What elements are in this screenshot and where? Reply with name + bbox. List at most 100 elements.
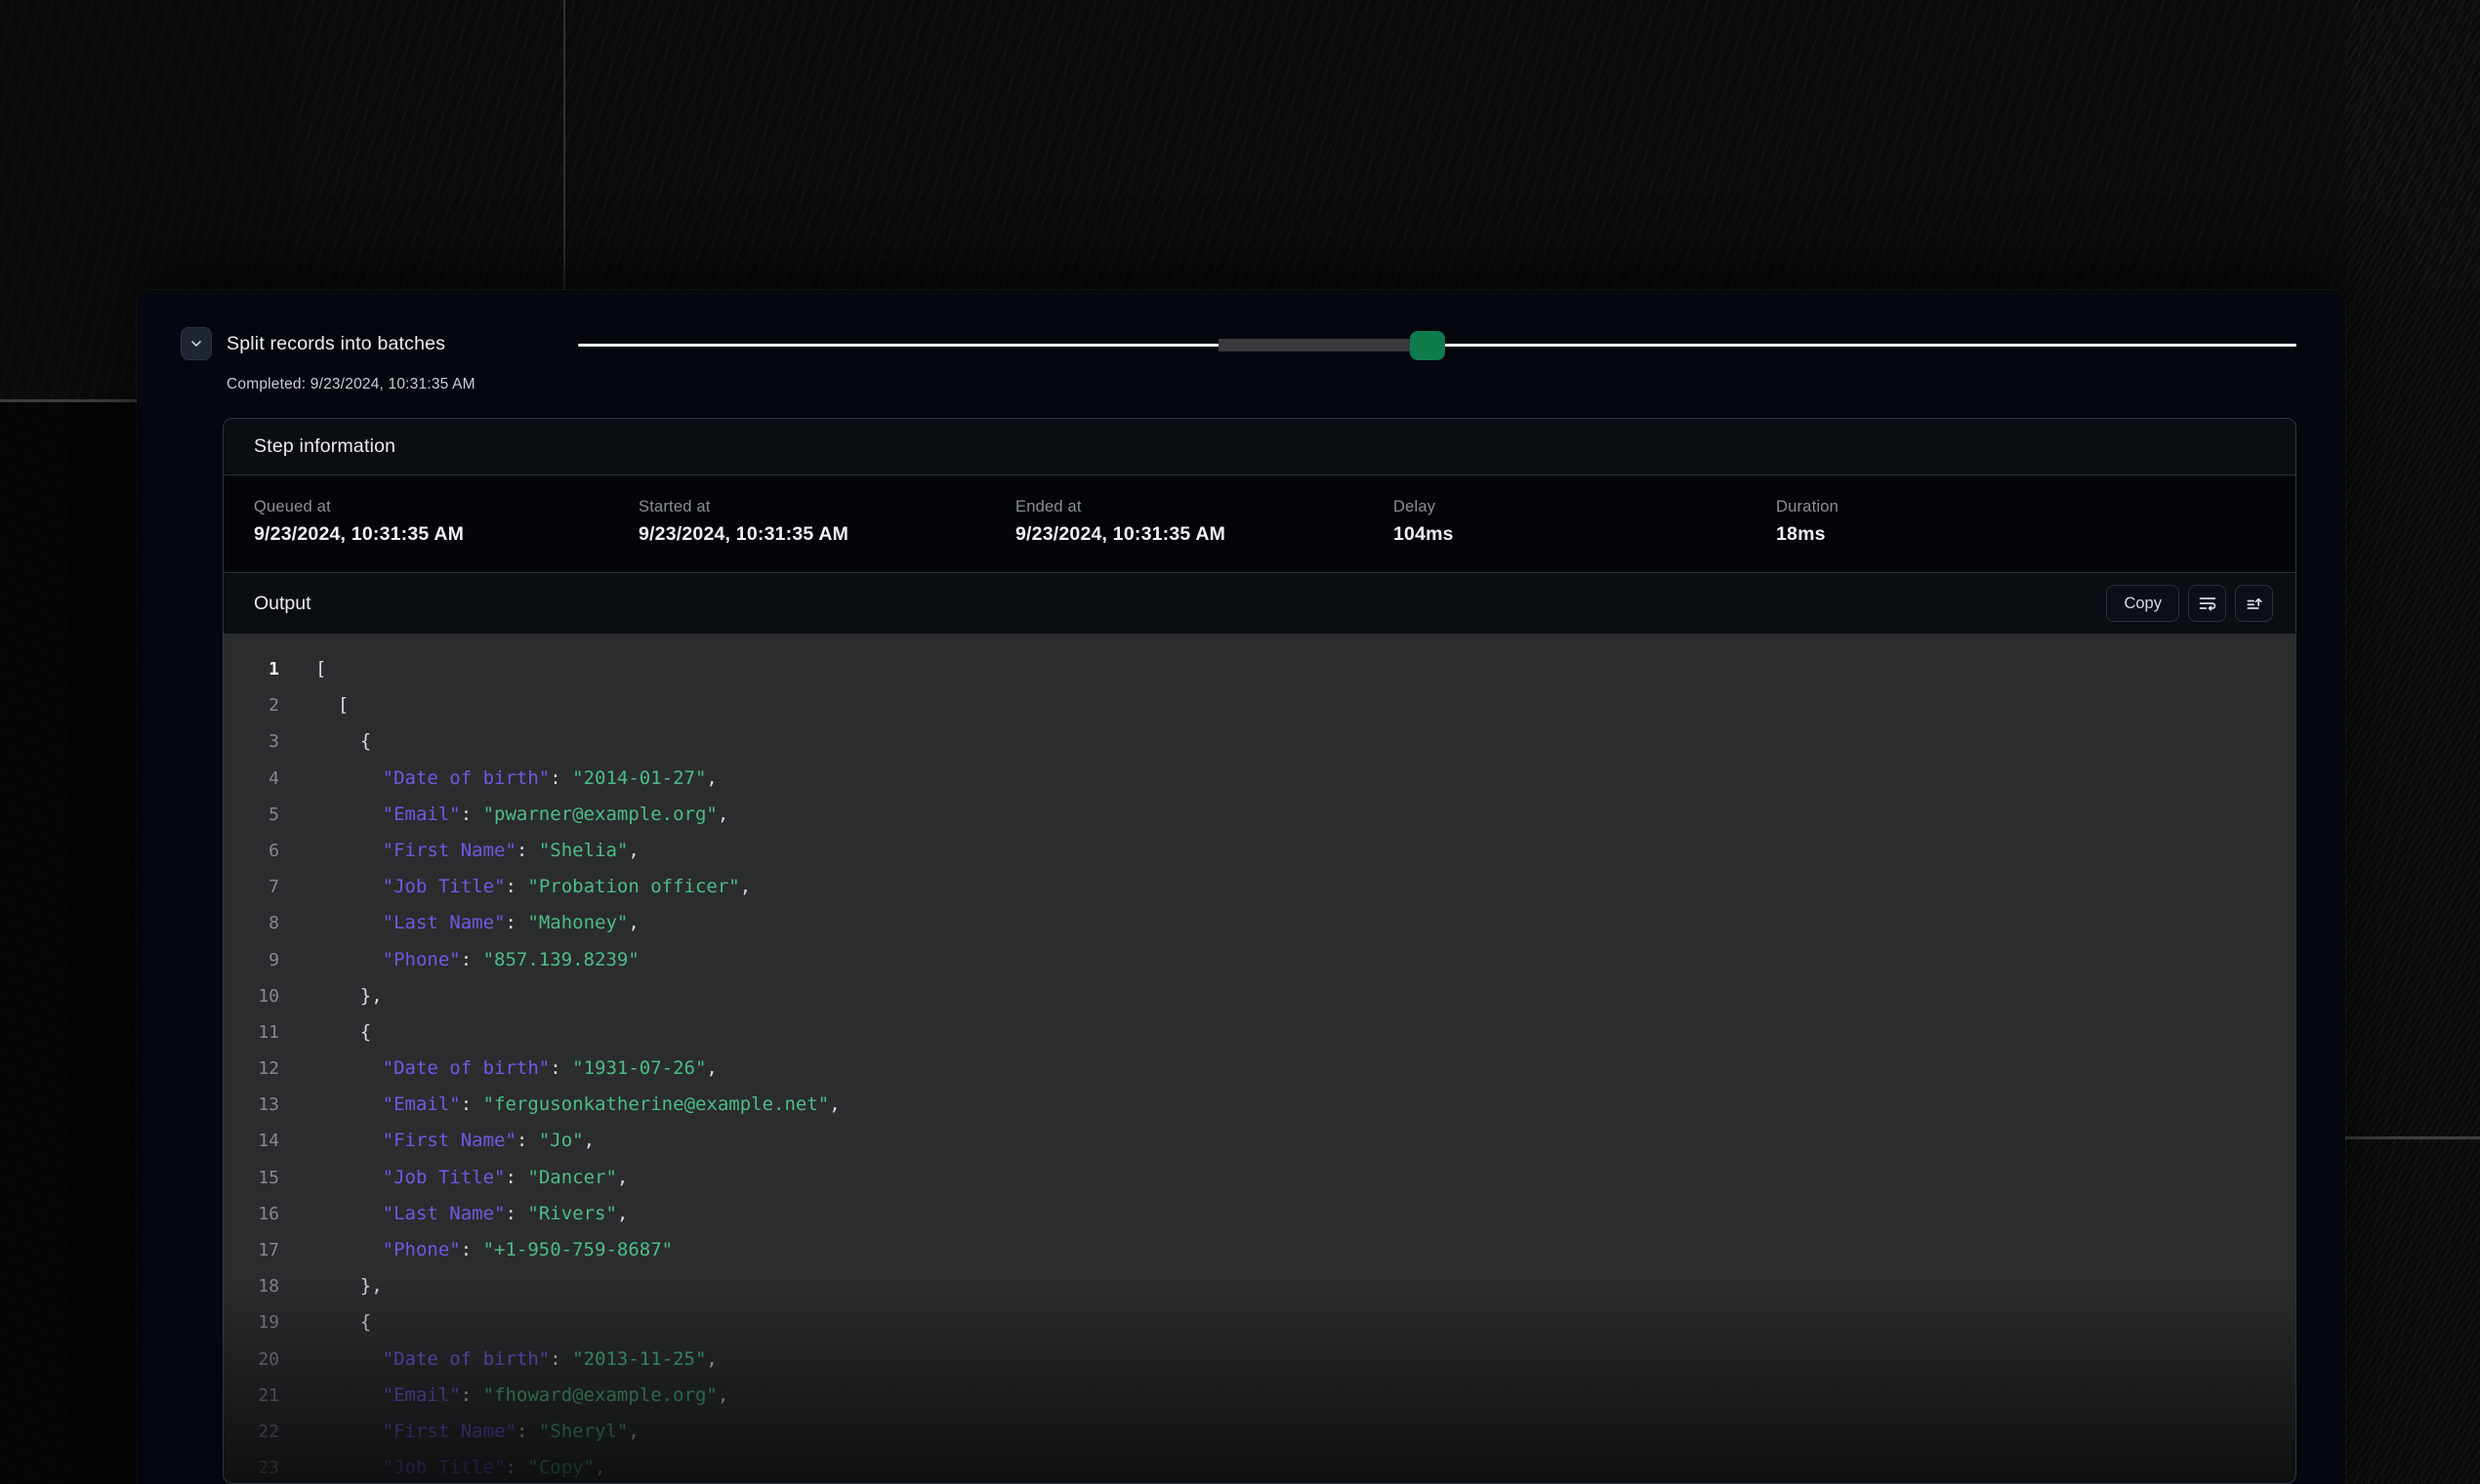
field-label: Queued at — [254, 498, 639, 516]
line-number: 8 — [224, 905, 279, 941]
line-number: 14 — [224, 1123, 279, 1159]
code-line: 6 "First Name": "Shelia", — [224, 833, 2295, 869]
line-content: [ — [279, 651, 326, 687]
line-number: 6 — [224, 833, 279, 869]
line-content: "First Name": "Shelia", — [279, 833, 640, 869]
background-shade-left — [0, 402, 137, 1484]
info-field: Ended at9/23/2024, 10:31:35 AM — [1015, 498, 1393, 572]
line-content: "Last Name": "Rivers", — [279, 1196, 628, 1232]
code-line: 12 "Date of birth": "1931-07-26", — [224, 1051, 2295, 1087]
line-number: 7 — [224, 869, 279, 905]
code-line: 5 "Email": "pwarner@example.org", — [224, 797, 2295, 833]
line-number: 10 — [224, 978, 279, 1014]
line-number: 18 — [224, 1268, 279, 1304]
line-content: "Date of birth": "2013-11-25", — [279, 1341, 718, 1378]
line-content: "Phone": "+1-950-759-8687" — [279, 1232, 673, 1268]
line-content: [ — [279, 687, 349, 723]
field-label: Started at — [639, 498, 1015, 516]
code-line: 4 "Date of birth": "2014-01-27", — [224, 761, 2295, 797]
copy-output-button[interactable]: Copy — [2106, 585, 2179, 622]
line-content: { — [279, 1304, 371, 1340]
field-label: Delay — [1393, 498, 1776, 516]
wrap-text-button[interactable] — [2188, 585, 2226, 622]
line-number: 4 — [224, 761, 279, 797]
line-content: "Email": "fhoward@example.org", — [279, 1378, 728, 1414]
line-number: 11 — [224, 1014, 279, 1051]
code-line: 14 "First Name": "Jo", — [224, 1123, 2295, 1159]
code-line: 8 "Last Name": "Mahoney", — [224, 905, 2295, 941]
step-completed-timestamp: Completed: 9/23/2024, 10:31:35 AM — [227, 376, 475, 393]
code-line: 2 [ — [224, 687, 2295, 723]
code-line: 3 { — [224, 723, 2295, 760]
line-content: "Job Title": "Probation officer", — [279, 869, 751, 905]
output-title: Output — [254, 593, 311, 615]
timeline-delay-segment — [1219, 339, 1410, 351]
info-field: Queued at 9/23/2024, 10:31:35 AM — [254, 498, 639, 572]
code-line: 23 "Job Title": "Copy", — [224, 1450, 2295, 1483]
background-seam-line — [563, 0, 565, 290]
chevron-down-icon — [188, 336, 204, 351]
field-value: 9/23/2024, 10:31:35 AM — [1015, 523, 1393, 546]
line-number: 5 — [224, 797, 279, 833]
code-line: 1[ — [224, 651, 2295, 687]
field-value: 104ms — [1393, 523, 1776, 546]
code-line: 7 "Job Title": "Probation officer", — [224, 869, 2295, 905]
output-code-viewer[interactable]: 1[2 [3 {4 "Date of birth": "2014-01-27",… — [224, 634, 2295, 1483]
info-field: Delay 104ms — [1393, 498, 1776, 572]
line-content: }, — [279, 1268, 383, 1304]
line-content: "Email": "pwarner@example.org", — [279, 797, 728, 833]
line-number: 3 — [224, 723, 279, 760]
code-line: 11 { — [224, 1014, 2295, 1051]
code-line: 18 }, — [224, 1268, 2295, 1304]
step-timeline[interactable] — [578, 319, 2296, 370]
scroll-to-top-icon — [2245, 594, 2264, 613]
line-number: 1 — [224, 651, 279, 687]
code-line: 19 { — [224, 1304, 2295, 1340]
field-value: 18ms — [1776, 523, 2295, 546]
field-value: 9/23/2024, 10:31:35 AM — [254, 523, 639, 546]
step-title: Split records into batches — [227, 333, 445, 355]
run-detail-panel: Split records into batches Completed: 9/… — [137, 290, 2345, 1484]
line-content: "Email": "fergusonkatherine@example.net"… — [279, 1087, 841, 1123]
code-line: 16 "Last Name": "Rivers", — [224, 1196, 2295, 1232]
collapse-step-button[interactable] — [181, 327, 212, 360]
background-texture-top — [293, 0, 2480, 290]
line-number: 9 — [224, 942, 279, 978]
line-content: "Phone": "857.139.8239" — [279, 942, 640, 978]
line-number: 16 — [224, 1196, 279, 1232]
scroll-to-top-button[interactable] — [2235, 585, 2273, 622]
background-rule-right — [2345, 1136, 2480, 1139]
line-number: 13 — [224, 1087, 279, 1123]
output-actions: Copy — [2106, 585, 2273, 622]
step-information-title: Step information — [254, 435, 395, 458]
code-line: 17 "Phone": "+1-950-759-8687" — [224, 1232, 2295, 1268]
code-line: 15 "Job Title": "Dancer", — [224, 1160, 2295, 1196]
code-line: 13 "Email": "fergusonkatherine@example.n… — [224, 1087, 2295, 1123]
field-label: Duration — [1776, 498, 2295, 516]
code-line: 22 "First Name": "Sheryl", — [224, 1414, 2295, 1450]
background-texture-right — [2345, 0, 2480, 1484]
timeline-handle[interactable] — [1410, 331, 1445, 360]
code-line: 20 "Date of birth": "2013-11-25", — [224, 1341, 2295, 1378]
wrap-text-icon — [2198, 594, 2217, 613]
code-lines: 1[2 [3 {4 "Date of birth": "2014-01-27",… — [224, 651, 2295, 1483]
line-content: "First Name": "Jo", — [279, 1123, 595, 1159]
line-number: 22 — [224, 1414, 279, 1450]
line-number: 19 — [224, 1304, 279, 1340]
line-number: 23 — [224, 1450, 279, 1483]
line-number: 21 — [224, 1378, 279, 1414]
line-content: "Date of birth": "1931-07-26", — [279, 1051, 718, 1087]
code-line: 10 }, — [224, 978, 2295, 1014]
background-rule-left — [0, 399, 137, 402]
line-content: { — [279, 723, 371, 760]
step-information-header: Step information — [224, 419, 2295, 475]
field-value: 9/23/2024, 10:31:35 AM — [639, 523, 1015, 546]
desktop-background: Split records into batches Completed: 9/… — [0, 0, 2480, 1484]
info-field: Duration 18ms — [1776, 498, 2295, 572]
line-content: "Job Title": "Dancer", — [279, 1160, 628, 1196]
line-number: 15 — [224, 1160, 279, 1196]
line-number: 2 — [224, 687, 279, 723]
line-content: }, — [279, 978, 383, 1014]
info-field: Started at 9/23/2024, 10:31:35 AM — [639, 498, 1015, 572]
line-content: "Job Title": "Copy", — [279, 1450, 605, 1483]
